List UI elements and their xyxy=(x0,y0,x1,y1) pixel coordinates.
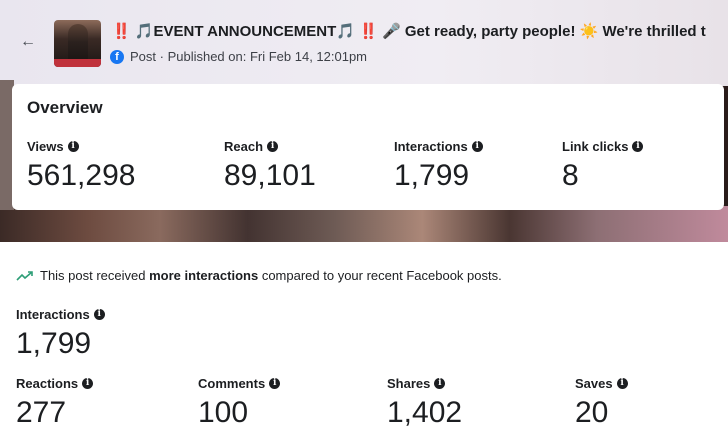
post-title: ‼️ 🎵EVENT ANNOUNCEMENT🎵 ‼️ 🎤 Get ready, … xyxy=(112,23,706,40)
saves-label-row: Saves i xyxy=(575,376,628,391)
info-icon[interactable]: i xyxy=(471,141,483,152)
reach-value: 89,101 xyxy=(224,159,316,192)
facebook-icon: f xyxy=(110,49,124,64)
shares-label: Shares xyxy=(387,376,431,391)
total-interactions-value: 1,799 xyxy=(16,327,92,360)
comments-label-row: Comments i xyxy=(198,376,281,391)
reach-label: Reach xyxy=(224,139,264,154)
shares-label-row: Shares i xyxy=(387,376,446,391)
views-label: Views xyxy=(27,139,64,154)
saves-value: 20 xyxy=(575,396,609,429)
overview-title: Overview xyxy=(27,98,103,117)
info-icon[interactable]: i xyxy=(82,378,94,389)
info-icon[interactable]: i xyxy=(93,309,105,320)
info-icon[interactable]: i xyxy=(434,378,446,389)
reactions-label-row: Reactions i xyxy=(16,376,94,391)
info-icon[interactable]: i xyxy=(269,378,281,389)
link-clicks-value: 8 xyxy=(562,159,579,192)
insight-row: This post received more interactions com… xyxy=(16,268,502,283)
thumbnail-person-figure xyxy=(68,24,88,64)
info-icon[interactable]: i xyxy=(632,141,644,152)
total-interactions-label-row: Interactions i xyxy=(16,307,105,322)
insight-emphasis: more interactions xyxy=(149,268,259,283)
stat-label-link-clicks: Link clicks i xyxy=(562,139,644,154)
info-icon[interactable]: i xyxy=(616,378,628,389)
background-photo-band xyxy=(0,206,728,242)
reactions-value: 277 xyxy=(16,396,67,429)
saves-label: Saves xyxy=(575,376,613,391)
interactions-label: Interactions xyxy=(394,139,468,154)
overview-card: Overview Views i 561,298 Reach i 89,101 … xyxy=(12,84,724,210)
post-thumbnail xyxy=(54,20,101,67)
trend-up-icon xyxy=(16,270,33,281)
total-interactions-label: Interactions xyxy=(16,307,90,322)
info-icon[interactable]: i xyxy=(67,141,79,152)
reactions-label: Reactions xyxy=(16,376,79,391)
link-clicks-label: Link clicks xyxy=(562,139,629,154)
insight-text: This post received more interactions com… xyxy=(40,268,502,283)
info-icon[interactable]: i xyxy=(267,141,279,152)
stat-label-reach: Reach i xyxy=(224,139,279,154)
thumbnail-banner xyxy=(54,59,101,67)
interactions-value: 1,799 xyxy=(394,159,470,192)
back-arrow-icon[interactable]: ← xyxy=(20,33,36,51)
header-background xyxy=(0,0,728,86)
shares-value: 1,402 xyxy=(387,396,463,429)
insight-suffix: compared to your recent Facebook posts. xyxy=(258,268,502,283)
views-value: 561,298 xyxy=(27,159,136,192)
comments-value: 100 xyxy=(198,396,249,429)
post-published-text: Post · Published on: Fri Feb 14, 12:01pm xyxy=(130,49,368,64)
stat-label-interactions: Interactions i xyxy=(394,139,483,154)
insight-prefix: This post received xyxy=(40,268,150,283)
stat-label-views: Views i xyxy=(27,139,79,154)
post-meta: f Post · Published on: Fri Feb 14, 12:01… xyxy=(110,49,367,64)
interactions-panel: This post received more interactions com… xyxy=(0,242,728,439)
comments-label: Comments xyxy=(198,376,266,391)
